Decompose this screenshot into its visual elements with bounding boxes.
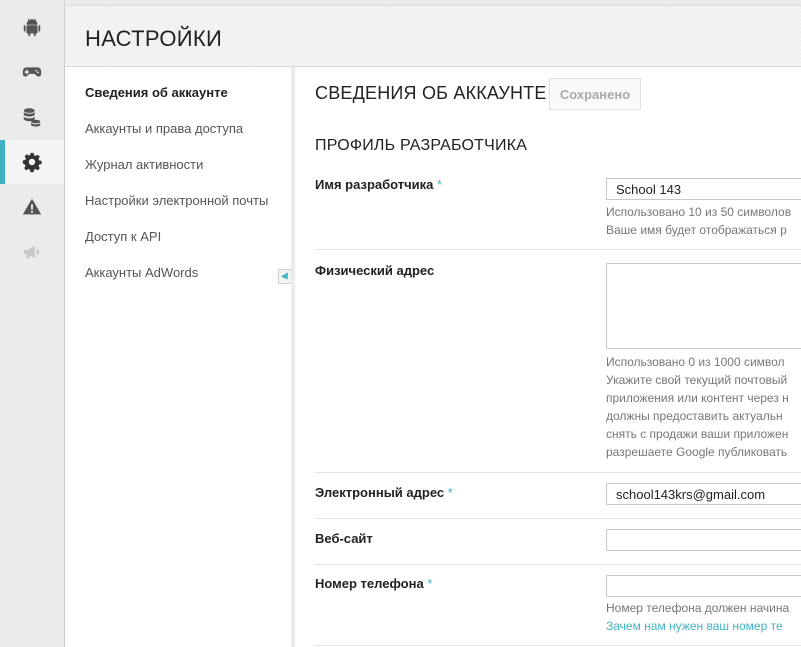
rail-item-finance[interactable] [0, 95, 64, 139]
saved-button[interactable]: Сохранено [549, 78, 641, 110]
developer-name-label: Имя разработчика * [315, 177, 443, 192]
divider [315, 472, 801, 473]
divider [315, 564, 801, 565]
divider [315, 249, 801, 250]
section-title: СВЕДЕНИЯ ОБ АККАУНТЕ [315, 83, 547, 103]
developer-name-help: Использовано 10 из 50 символов Ваше имя … [606, 205, 792, 237]
subnav-item-account-details[interactable]: Сведения об аккаунте [85, 85, 228, 100]
phone-input[interactable] [606, 575, 801, 597]
rail-item-alerts[interactable] [0, 185, 64, 229]
rail-item-games[interactable] [0, 50, 64, 94]
phone-label: Номер телефона * [315, 576, 433, 591]
app-rail [0, 0, 65, 647]
address-textarea[interactable] [606, 263, 801, 349]
settings-subnav: Сведения об аккаунте Аккаунты и права до… [65, 67, 292, 647]
page-title: НАСТРОЙКИ [85, 26, 223, 51]
subnav-item-api-access[interactable]: Доступ к API [85, 229, 161, 244]
why-phone-link[interactable]: Зачем нам нужен ваш номер те [606, 617, 789, 635]
subnav-item-adwords[interactable]: Аккаунты AdWords [85, 265, 198, 280]
required-marker: * [437, 177, 443, 192]
required-marker: * [447, 485, 453, 500]
phone-help: Номер телефона должен начина Зачем нам н… [606, 601, 790, 635]
warning-icon [22, 198, 42, 215]
address-help: Использовано 0 из 1000 символ Укажите св… [606, 355, 789, 459]
required-marker: * [427, 576, 433, 591]
triangle-icon [280, 271, 291, 282]
rail-item-settings[interactable] [0, 140, 64, 184]
website-input[interactable] [606, 529, 801, 551]
gear-icon [22, 152, 42, 173]
subnav-item-access[interactable]: Аккаунты и права доступа [85, 121, 243, 136]
account-details-content: СВЕДЕНИЯ ОБ АККАУНТЕ Сохранено ПРОФИЛЬ Р… [295, 67, 801, 647]
subnav-item-activity-log[interactable]: Журнал активности [85, 157, 203, 172]
address-label: Физический адрес [315, 263, 435, 278]
divider [315, 518, 801, 519]
subnav-item-email-settings[interactable]: Настройки электронной почты [85, 193, 268, 208]
email-label: Электронный адрес * [315, 485, 453, 500]
main-panel: НАСТРОЙКИ Сведения об аккаунте Аккаунты … [65, 6, 801, 647]
profile-title: ПРОФИЛЬ РАЗРАБОТЧИКА [315, 137, 528, 154]
website-label: Веб-сайт [315, 531, 373, 546]
rail-item-apps[interactable] [0, 6, 64, 50]
rail-item-promo[interactable] [0, 230, 64, 274]
page-header: НАСТРОЙКИ [65, 6, 801, 67]
megaphone-icon [23, 245, 40, 259]
email-input[interactable]: school143krs@gmail.com [606, 483, 801, 505]
divider [315, 645, 801, 646]
android-icon [23, 18, 41, 37]
gamepad-icon [22, 67, 42, 77]
database-icon [23, 108, 41, 127]
developer-name-input[interactable]: School 143 [606, 178, 801, 200]
